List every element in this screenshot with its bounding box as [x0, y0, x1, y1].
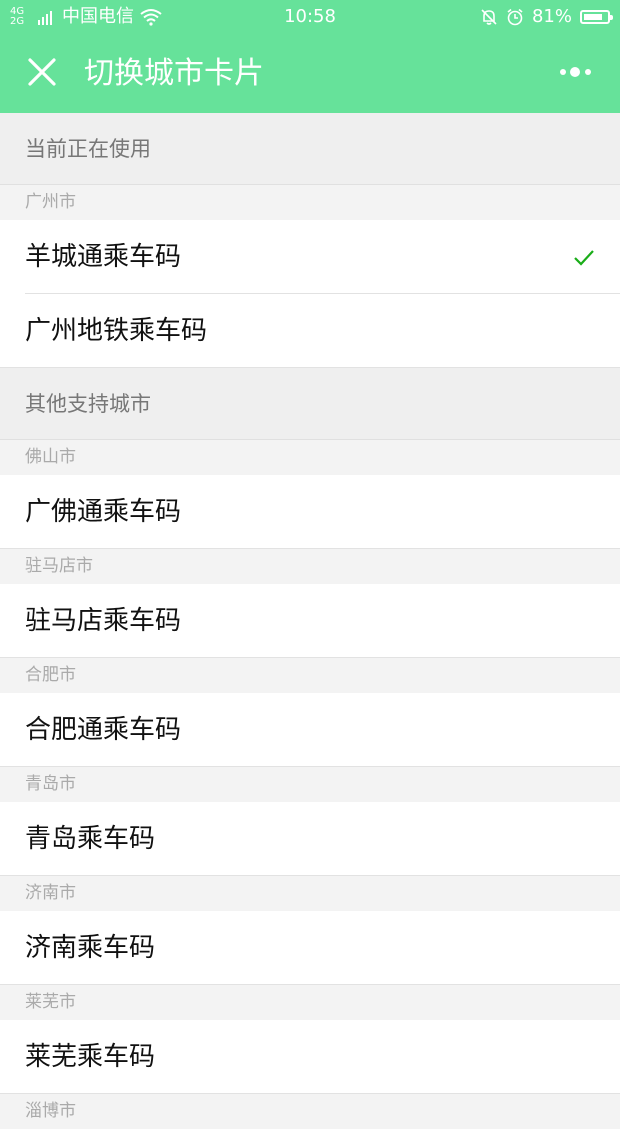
city-header: 莱芜市: [0, 985, 620, 1020]
close-button[interactable]: [18, 48, 66, 96]
alarm-icon: [507, 8, 523, 26]
item-label: 广佛通乘车码: [25, 497, 182, 527]
item-label: 莱芜乘车码: [25, 1042, 156, 1072]
more-icon: [560, 67, 591, 77]
item-label: 青岛乘车码: [25, 824, 156, 854]
nav-bar: 切换城市卡片: [0, 34, 620, 113]
city-header: 青岛市: [0, 767, 620, 802]
item-label: 合肥通乘车码: [25, 715, 182, 745]
section-others: 其他支持城市: [0, 368, 620, 440]
list-item[interactable]: 羊城通乘车码: [0, 220, 620, 294]
list-item[interactable]: 广佛通乘车码: [0, 475, 620, 549]
close-icon: [28, 58, 56, 86]
city-header: 广州市: [0, 185, 620, 220]
city-header: 驻马店市: [0, 549, 620, 584]
city-header: 济南市: [0, 876, 620, 911]
battery-icon: [580, 10, 613, 24]
header: 4G 2G 中国电信 10:58 81% 切换城市卡片: [0, 0, 620, 113]
item-label: 羊城通乘车码: [25, 242, 182, 272]
check-icon: [574, 250, 594, 266]
section-current: 当前正在使用: [0, 113, 620, 185]
list-item[interactable]: 青岛乘车码: [0, 802, 620, 876]
list-item[interactable]: 合肥通乘车码: [0, 693, 620, 767]
status-bar: 4G 2G 中国电信 10:58 81%: [0, 0, 620, 34]
city-header: 淄博市: [0, 1094, 620, 1129]
list-item[interactable]: 驻马店乘车码: [0, 584, 620, 658]
list-item[interactable]: 莱芜乘车码: [0, 1020, 620, 1094]
list-item[interactable]: 广州地铁乘车码: [0, 294, 620, 368]
more-button[interactable]: [546, 52, 606, 92]
list-item[interactable]: 济南乘车码: [0, 911, 620, 985]
battery-percent: 81%: [531, 6, 572, 27]
item-label: 驻马店乘车码: [25, 606, 182, 636]
city-header: 合肥市: [0, 658, 620, 693]
item-label: 济南乘车码: [25, 933, 156, 963]
city-header: 佛山市: [0, 440, 620, 475]
mute-icon: [481, 9, 497, 25]
page-title: 切换城市卡片: [84, 56, 264, 91]
card-list: 当前正在使用 广州市 羊城通乘车码 广州地铁乘车码 其他支持城市 佛山市 广佛通…: [0, 113, 620, 1129]
item-label: 广州地铁乘车码: [25, 316, 208, 346]
